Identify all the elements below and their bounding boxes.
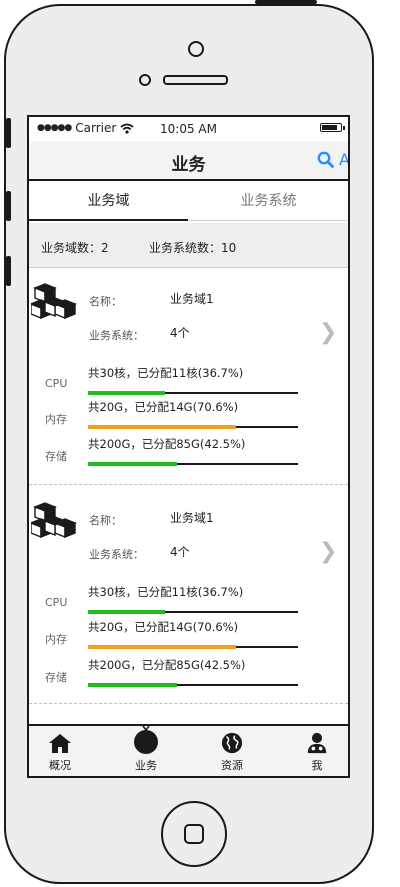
domain-count: 业务域数：2 <box>41 241 109 255</box>
nav-bar: 业务 Action <box>29 141 348 181</box>
progress-track-cpu <box>88 391 298 395</box>
tabbar-label: 业务 <box>135 759 157 772</box>
home-button-square <box>184 824 204 844</box>
resource-label-memory: 内存 <box>45 633 67 646</box>
progress-track-storage <box>88 683 298 687</box>
business-icon <box>134 726 158 754</box>
progress-track-memory <box>88 645 298 649</box>
chevron-right-icon[interactable]: ❯ <box>319 539 337 564</box>
globe-icon <box>221 732 243 754</box>
tabbar-label: 概况 <box>49 759 71 772</box>
search-action-button[interactable]: Action <box>317 150 350 169</box>
progress-fill-memory <box>88 645 237 649</box>
tab-business-system[interactable]: 业务系统 <box>189 181 348 221</box>
name-value: 业务域1 <box>170 292 214 306</box>
chevron-right-icon[interactable]: ❯ <box>319 320 337 345</box>
tabbar-label: 资源 <box>221 759 243 772</box>
name-label: 名称： <box>89 514 122 527</box>
resource-usage-cpu: 共30核，已分配11核(36.7%) <box>88 366 244 380</box>
tabbar-item-business[interactable]: 业务 <box>116 726 176 773</box>
progress-track-memory <box>88 425 298 429</box>
volume-up-button <box>6 191 11 221</box>
resource-usage-memory: 共20G，已分配14G(70.6%) <box>88 400 239 414</box>
name-value: 业务域1 <box>170 511 214 525</box>
tabbar-item-resources[interactable]: 资源 <box>202 732 262 773</box>
systems-label: 业务系统： <box>89 548 144 561</box>
resource-usage-memory: 共20G，已分配14G(70.6%) <box>88 620 239 634</box>
resource-usage-storage: 共200G，已分配85G(42.5%) <box>88 658 246 672</box>
action-label: Action <box>339 150 350 169</box>
card-divider <box>29 703 348 704</box>
systems-value: 4个 <box>170 326 190 340</box>
systems-label: 业务系统： <box>89 329 144 342</box>
cubes-icon <box>29 282 79 326</box>
battery-icon <box>320 123 345 132</box>
home-icon <box>49 734 71 753</box>
status-bar: ●●●●● Carrier 10:05 AM <box>29 117 348 141</box>
card-divider <box>29 484 348 485</box>
front-camera <box>188 41 204 57</box>
progress-track-storage <box>88 462 298 466</box>
cubes-icon <box>29 501 79 545</box>
resource-label-storage: 存储 <box>45 671 67 684</box>
systems-value: 4个 <box>170 545 190 559</box>
proximity-sensor <box>139 74 151 86</box>
user-icon <box>307 732 327 754</box>
resource-label-cpu: CPU <box>45 596 68 609</box>
domain-card[interactable]: 名称： 业务域1 业务系统： 4个 ❯ CPU 共30核，已分配11核(36.7%) 内存 共2… <box>29 486 348 704</box>
resource-usage-storage: 共200G，已分配85G(42.5%) <box>88 437 246 451</box>
resource-label-storage: 存储 <box>45 450 67 463</box>
summary-bar: 业务域数：2 业务系统数：10 <box>29 223 348 268</box>
system-count: 业务系统数：10 <box>149 241 237 255</box>
progress-fill-storage <box>88 462 178 466</box>
volume-down-button <box>6 256 11 286</box>
tabbar-label: 我 <box>311 759 323 772</box>
progress-fill-storage <box>88 683 178 687</box>
resource-label-cpu: CPU <box>45 377 68 390</box>
mute-switch <box>6 118 11 148</box>
home-button[interactable] <box>161 801 227 867</box>
progress-fill-memory <box>88 425 237 429</box>
tab-business-domain[interactable]: 业务域 <box>29 181 188 221</box>
tabbar-item-overview[interactable]: 概况 <box>30 732 90 773</box>
resource-usage-cpu: 共30核，已分配11核(36.7%) <box>88 585 244 599</box>
search-icon <box>317 151 334 168</box>
segment-tabs: 业务域 业务系统 <box>29 181 348 221</box>
progress-fill-cpu <box>88 391 166 395</box>
app-screen: ●●●●● Carrier 10:05 AM 业务 Action 业务域 业务系… <box>27 115 350 778</box>
name-label: 名称： <box>89 295 122 308</box>
domain-card[interactable]: 名称： 业务域1 业务系统： 4个 ❯ CPU 共30核，已分配11核(36.7%) 内存 共2… <box>29 267 348 485</box>
resource-label-memory: 内存 <box>45 413 67 426</box>
progress-track-cpu <box>88 610 298 614</box>
tab-bar: 概况 业务 资源 我 <box>29 724 348 776</box>
tabbar-item-me[interactable]: 我 <box>287 732 347 773</box>
page-title: 业务 <box>171 155 206 175</box>
earpiece-speaker <box>163 75 228 85</box>
status-time: 10:05 AM <box>160 122 217 136</box>
progress-fill-cpu <box>88 610 166 614</box>
